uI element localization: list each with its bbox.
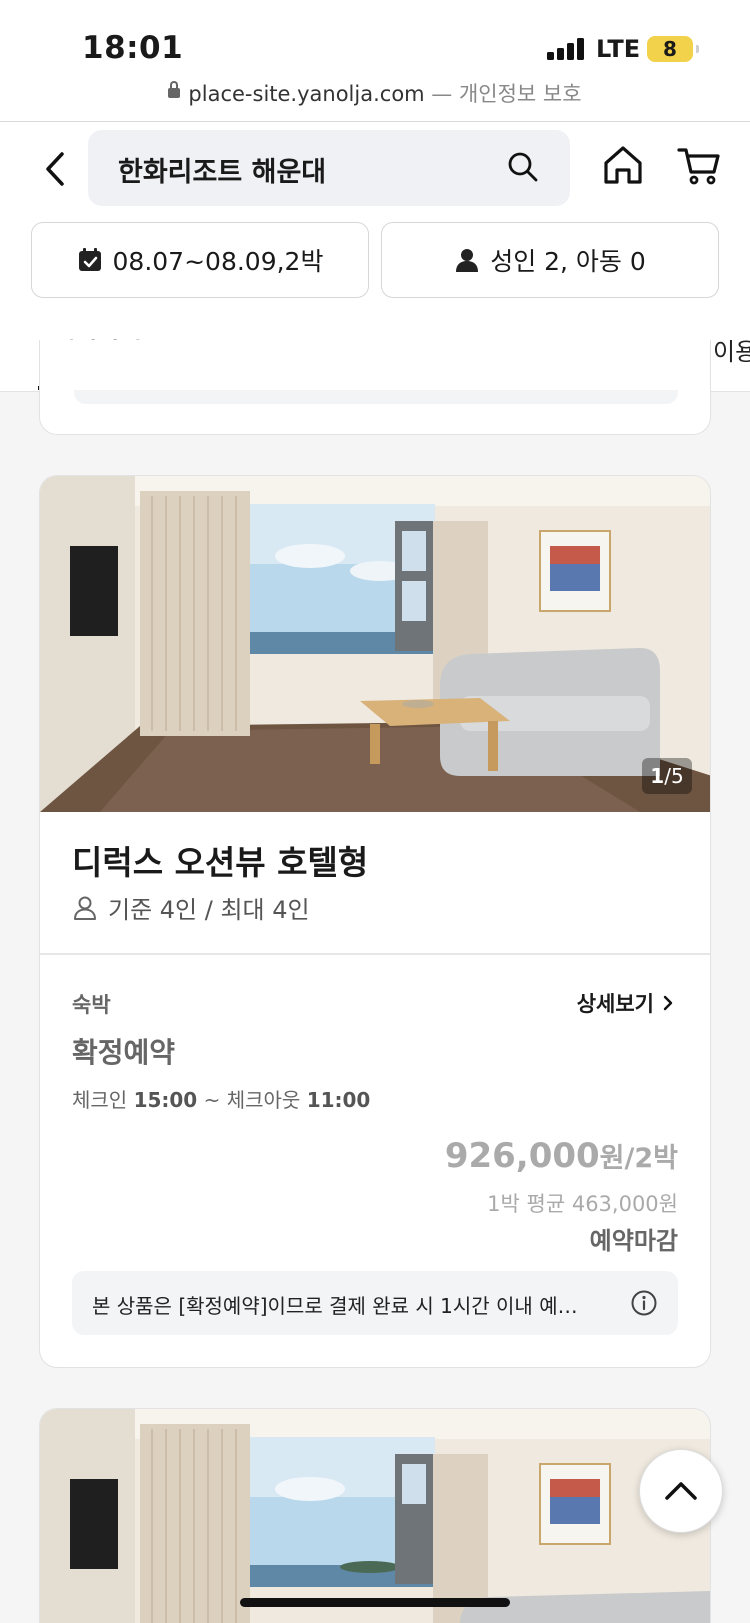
- average-price: 1박 평균 463,000원: [487, 1192, 678, 1216]
- booking-notice[interactable]: 본 상품은 [확정예약]이므로 결제 완료 시 1시간 이내 예약이 확정됩니다…: [72, 1271, 678, 1335]
- price-amount: 926,000: [444, 1136, 600, 1176]
- checkout-label: 체크아웃: [226, 1088, 307, 1112]
- checkin-checkout: 체크인 15:00 ~ 체크아웃 11:00: [72, 1084, 370, 1113]
- previous-room-card: [39, 340, 711, 435]
- person-outline-icon: [74, 896, 96, 920]
- total-price: 926,000원/2박: [445, 1136, 678, 1176]
- signal-icon: [547, 38, 585, 60]
- guest-count: 성인 2, 아동 0: [490, 247, 646, 276]
- privacy-label: — 개인정보 보호: [424, 82, 582, 106]
- guest-selector[interactable]: 성인 2, 아동 0: [381, 222, 719, 298]
- card-divider: [40, 953, 710, 955]
- room-photo[interactable]: [40, 1409, 711, 1623]
- address-bar[interactable]: place-site.yanolja.com — 개인정보 보호: [0, 78, 750, 108]
- notice-text: 본 상품은 [확정예약]이므로 결제 완료 시 1시간 이내 예약이 확정됩니다…: [92, 1294, 592, 1318]
- person-icon: [456, 249, 479, 272]
- photo-current: 1: [650, 764, 665, 788]
- url-text: place-site.yanolja.com: [188, 82, 425, 106]
- search-query: 한화리조트 해운대: [118, 157, 327, 188]
- time-separator: ~: [197, 1088, 227, 1112]
- room-title: 디럭스 오션뷰 호텔형: [72, 843, 369, 882]
- photo-counter: 1/5: [642, 758, 692, 794]
- home-indicator[interactable]: [240, 1598, 510, 1607]
- network-label: LTE: [596, 35, 641, 63]
- info-icon[interactable]: [630, 1289, 658, 1317]
- calendar-icon: [78, 248, 101, 271]
- lock-icon: [168, 81, 181, 98]
- clock: 18:01: [82, 30, 184, 66]
- search-input[interactable]: 한화리조트 해운대: [88, 130, 570, 206]
- chevron-right-icon: [663, 995, 673, 1011]
- battery-icon: 8: [647, 36, 699, 62]
- room-capacity: 기준 4인 / 최대 4인: [72, 890, 310, 925]
- booking-status: 예약마감: [589, 1227, 678, 1255]
- detail-link-label: 상세보기: [576, 992, 654, 1016]
- next-room-card[interactable]: [39, 1408, 711, 1623]
- tab-usage[interactable]: 이용: [713, 332, 750, 367]
- checkin-time: 15:00: [133, 1088, 198, 1112]
- back-icon[interactable]: [32, 144, 82, 194]
- date-selector[interactable]: 08.07~08.09,2박: [31, 222, 369, 298]
- price-unit: 원/2박: [599, 1143, 678, 1174]
- room-card[interactable]: 1/5 디럭스 오션뷰 호텔형 기준 4인 / 최대 4인 숙박 상세보기 확정…: [39, 475, 711, 1368]
- room-photo[interactable]: [40, 476, 711, 812]
- cart-icon[interactable]: [676, 142, 722, 188]
- detail-link[interactable]: 상세보기: [577, 988, 674, 1018]
- booking-type: 확정예약: [72, 1036, 176, 1069]
- chevron-up-icon: [665, 1482, 697, 1500]
- previous-notice-box: [74, 390, 678, 404]
- date-range: 08.07~08.09,2박: [112, 247, 324, 276]
- checkin-label: 체크인: [72, 1088, 134, 1112]
- search-icon[interactable]: [506, 150, 540, 184]
- checkout-time: 11:00: [306, 1088, 371, 1112]
- status-bar: 18:01 LTE 8 place-site.yanolja.com — 개인정…: [0, 0, 750, 122]
- home-icon[interactable]: [600, 142, 646, 188]
- stay-type: 숙박: [72, 993, 111, 1017]
- photo-total: /5: [664, 764, 684, 788]
- capacity-text: 기준 4인 / 최대 4인: [108, 896, 310, 924]
- scroll-top-button[interactable]: [639, 1449, 723, 1533]
